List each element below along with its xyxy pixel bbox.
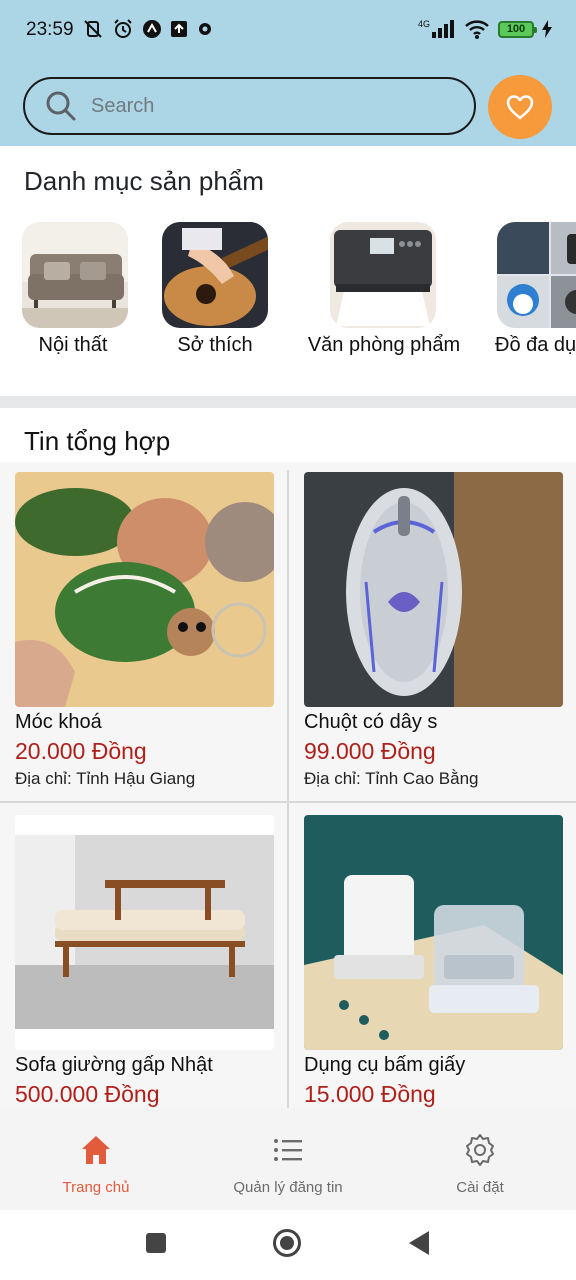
product-price: 500.000 Đồng bbox=[15, 1081, 160, 1107]
product-card[interactable]: Dụng cụ bấm giấy 15.000 Đồng bbox=[304, 815, 576, 1108]
system-navigation-bar bbox=[0, 1210, 576, 1280]
product-image bbox=[15, 472, 274, 707]
category-section-title: Danh mục sản phẩm bbox=[24, 166, 264, 196]
nav-item-settings[interactable]: Cài đặt bbox=[390, 1132, 570, 1196]
product-card[interactable]: Sofa giường gấp Nhật 500.000 Đồng bbox=[15, 815, 289, 1108]
section-divider bbox=[0, 396, 576, 408]
alarm-icon bbox=[114, 19, 132, 38]
product-grid: Móc khoá 20.000 Đồng Địa chỉ: Tỉnh Hậu G… bbox=[0, 462, 576, 1108]
category-item-do-da-dung[interactable]: Đồ đa dụng bbox=[495, 222, 576, 357]
category-label: Sở thích bbox=[177, 334, 253, 356]
category-label: Nội thất bbox=[38, 334, 108, 356]
product-image bbox=[15, 815, 274, 1050]
status-bar: 23:59 4G 100 bbox=[0, 0, 576, 62]
product-name: Dụng cụ bấm giấy bbox=[304, 1054, 466, 1076]
product-address: Địa chỉ: Tỉnh Cao Bằng bbox=[304, 769, 479, 788]
product-address: Địa chỉ: Tỉnh Hậu Giang bbox=[15, 769, 196, 788]
upload-icon bbox=[171, 21, 187, 37]
nav-label: Quản lý đăng tin bbox=[233, 1179, 343, 1196]
heart-icon bbox=[506, 95, 534, 120]
category-label: Văn phòng phẩm bbox=[307, 334, 461, 356]
gear-icon bbox=[466, 1134, 494, 1166]
nav-label: Trang chủ bbox=[62, 1179, 130, 1196]
search-bar[interactable] bbox=[23, 77, 476, 135]
category-label: Đồ đa dụng bbox=[495, 334, 576, 356]
svg-text:4G: 4G bbox=[418, 19, 430, 29]
product-card[interactable]: Móc khoá 20.000 Đồng Địa chỉ: Tỉnh Hậu G… bbox=[15, 472, 289, 789]
category-item-van-phong-pham[interactable]: Văn phòng phẩm bbox=[302, 222, 464, 357]
list-icon bbox=[274, 1139, 302, 1161]
header: 23:59 4G 100 bbox=[0, 0, 576, 146]
product-price: 15.000 Đồng bbox=[304, 1081, 436, 1107]
nav-item-home[interactable]: Trang chủ bbox=[6, 1132, 186, 1196]
bottom-navigation: Trang chủ Quản lý đăng tin Cài đặt bbox=[0, 1108, 576, 1210]
charging-icon bbox=[542, 20, 552, 38]
product-price: 99.000 Đồng bbox=[304, 738, 436, 764]
favorites-button[interactable] bbox=[488, 75, 552, 139]
app-notification-icon bbox=[143, 20, 161, 38]
wifi-icon bbox=[465, 20, 489, 39]
category-list: Nội thất Sở thích Văn phòng phẩm Đồ đa d… bbox=[0, 222, 576, 372]
product-price: 20.000 Đồng bbox=[15, 738, 147, 764]
product-name: Sofa giường gấp Nhật bbox=[15, 1054, 213, 1076]
nav-label: Cài đặt bbox=[456, 1179, 504, 1196]
product-image bbox=[304, 815, 563, 1050]
product-card[interactable]: Chuột có dây s 99.000 Đồng Địa chỉ: Tỉnh… bbox=[304, 472, 576, 789]
category-image-office bbox=[330, 222, 436, 328]
product-name: Móc khoá bbox=[15, 711, 102, 733]
search-input[interactable] bbox=[91, 94, 431, 118]
home-icon bbox=[82, 1136, 110, 1164]
category-image-hobby bbox=[162, 222, 268, 328]
signal-icon: 4G bbox=[418, 19, 454, 38]
settings-small-icon bbox=[199, 23, 211, 35]
category-image-furniture bbox=[22, 222, 128, 328]
grid-divider-horizontal bbox=[0, 801, 576, 803]
nav-item-manage-posts[interactable]: Quản lý đăng tin bbox=[198, 1132, 378, 1196]
home-button-icon[interactable] bbox=[272, 1228, 302, 1258]
category-item-noi-that[interactable]: Nội thất bbox=[20, 222, 128, 357]
category-item-so-thich[interactable]: Sở thích bbox=[160, 222, 270, 357]
battery-icon: 100 bbox=[498, 20, 537, 38]
category-image-household bbox=[497, 222, 576, 328]
mute-vibrate-icon bbox=[84, 20, 102, 38]
back-icon[interactable] bbox=[408, 1230, 430, 1256]
feed-section-title: Tin tổng hợp bbox=[24, 426, 171, 456]
product-name: Chuột có dây s bbox=[304, 711, 438, 733]
status-time: 23:59 bbox=[26, 19, 74, 40]
product-image bbox=[304, 472, 563, 707]
search-icon bbox=[46, 91, 76, 121]
recent-apps-icon[interactable] bbox=[145, 1232, 167, 1254]
